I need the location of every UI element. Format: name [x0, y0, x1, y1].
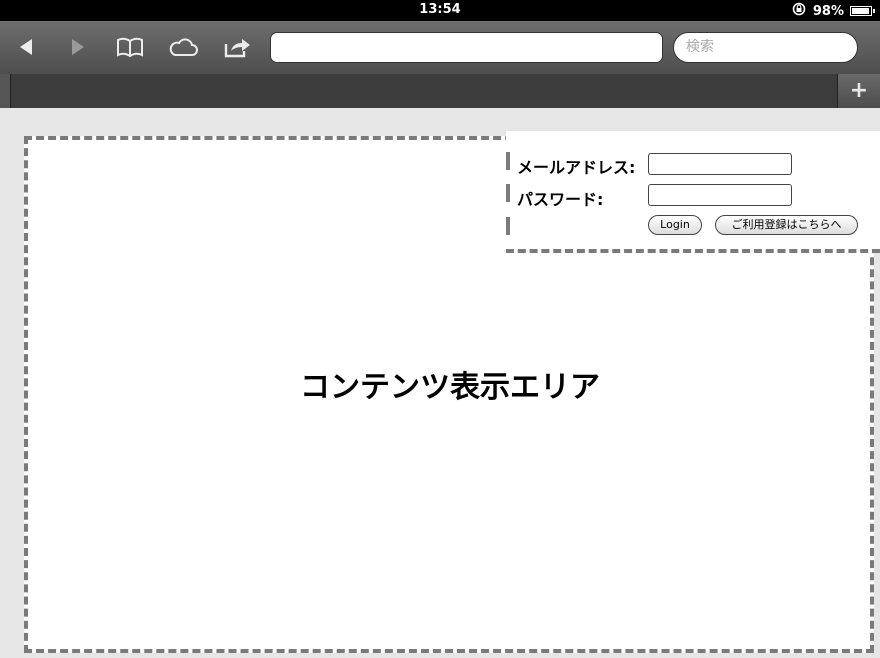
rotation-lock-icon: [791, 2, 807, 20]
share-icon[interactable]: [221, 31, 253, 63]
content-area-label: コンテンツ表示エリア: [300, 370, 600, 405]
login-button[interactable]: Login: [648, 215, 702, 235]
email-field[interactable]: [648, 153, 792, 175]
status-right: 98%: [791, 2, 875, 20]
label-marker: [506, 217, 510, 235]
forward-arrow-icon[interactable]: [62, 31, 94, 63]
url-bar[interactable]: [270, 32, 663, 63]
status-time: 13:54: [419, 2, 461, 17]
label-marker: [506, 152, 510, 170]
battery-percent: 98%: [812, 3, 844, 19]
password-field[interactable]: [648, 184, 792, 206]
icloud-tabs-icon[interactable]: [167, 31, 199, 63]
email-label: メールアドレス:: [517, 158, 636, 177]
add-tab-button[interactable]: +: [837, 74, 880, 108]
tab-edge[interactable]: [0, 74, 11, 108]
tab-bar: +: [0, 74, 880, 108]
bookmarks-icon[interactable]: [114, 31, 146, 63]
register-button[interactable]: ご利用登録はこちらへ: [715, 215, 858, 235]
battery-icon: [850, 6, 875, 16]
back-arrow-icon[interactable]: [10, 31, 42, 63]
password-label: パスワード:: [517, 190, 604, 209]
browser-toolbar: 検索: [0, 21, 880, 74]
label-marker: [506, 184, 510, 202]
status-bar: 13:54 98%: [0, 0, 880, 21]
search-input[interactable]: 検索: [673, 32, 858, 63]
login-panel: メールアドレス: パスワード: Login ご利用登録はこちらへ: [506, 131, 880, 253]
